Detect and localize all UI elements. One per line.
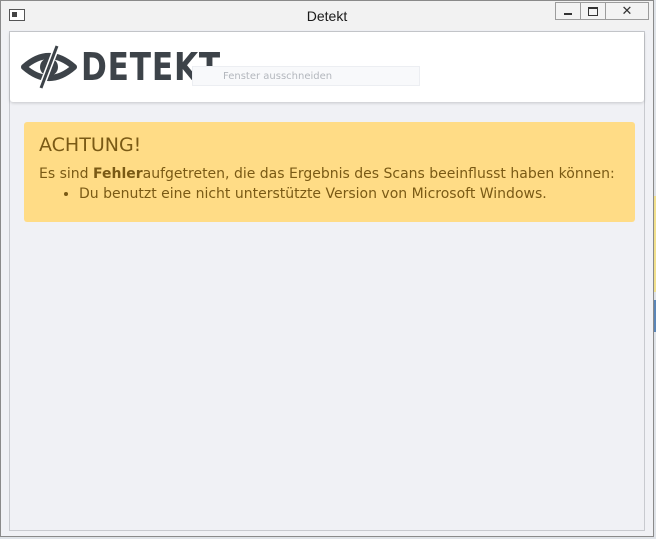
app-header: DETEKT bbox=[10, 32, 644, 102]
alert-message-bold: Fehler bbox=[92, 166, 143, 182]
alert-message: Es sind Fehleraufgetreten, die das Ergeb… bbox=[39, 165, 620, 183]
search-input[interactable] bbox=[192, 66, 420, 86]
eye-logo-icon bbox=[21, 44, 77, 90]
maximize-icon bbox=[588, 6, 598, 16]
window-controls: ✕ bbox=[555, 2, 649, 22]
close-button[interactable]: ✕ bbox=[605, 2, 649, 20]
title-bar[interactable]: Detekt ✕ bbox=[1, 1, 653, 30]
app-window: Detekt ✕ DETEKT Fenster ausschneiden ACH… bbox=[0, 0, 654, 537]
alert-list: Du benutzt eine nicht unterstützte Versi… bbox=[39, 185, 620, 203]
app-content: DETEKT ACHTUNG! Es sind Fehleraufgetrete… bbox=[9, 31, 645, 531]
alert-title: ACHTUNG! bbox=[39, 134, 142, 156]
warning-alert: ACHTUNG! Es sind Fehleraufgetreten, die … bbox=[24, 122, 635, 222]
close-icon: ✕ bbox=[621, 3, 633, 19]
alert-message-suffix: aufgetreten, die das Ergebnis des Scans … bbox=[142, 166, 615, 182]
alert-message-prefix: Es sind bbox=[39, 166, 93, 182]
alert-list-item: Du benutzt eine nicht unterstützte Versi… bbox=[79, 185, 620, 203]
minimize-button[interactable] bbox=[555, 2, 581, 20]
maximize-button[interactable] bbox=[580, 2, 606, 20]
minimize-icon bbox=[564, 12, 572, 15]
